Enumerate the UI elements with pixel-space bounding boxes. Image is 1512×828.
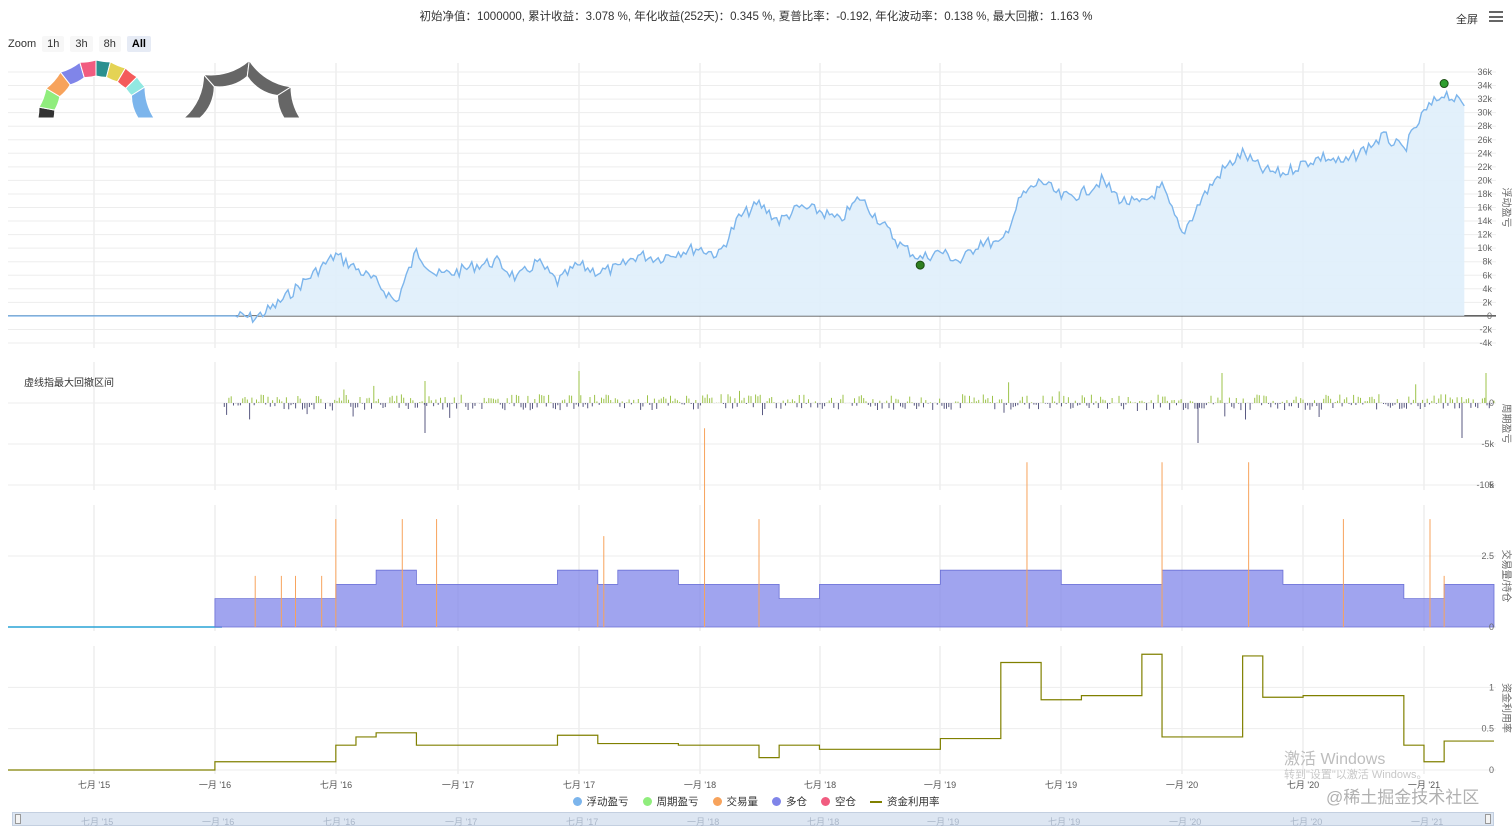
y-tick-label: 24k	[1477, 148, 1492, 158]
legend-item-short[interactable]: 空仓	[821, 794, 856, 809]
y-axis-title: 资金利用率	[1500, 683, 1512, 733]
legend-label: 空仓	[835, 796, 856, 808]
y-tick-label: 14k	[1477, 216, 1492, 226]
navigator-tick-label: 七月 '19	[1048, 817, 1081, 827]
y-tick-label: 28k	[1477, 121, 1492, 131]
navigator-tick-label: 一月 '19	[927, 817, 960, 827]
y-tick-label: 2k	[1482, 297, 1492, 307]
x-tick-label: 一月 '19	[924, 780, 956, 790]
drawdown-annotation: 虚线指最大回撤区间	[24, 376, 114, 389]
x-tick-label: 七月 '18	[804, 780, 836, 790]
y-tick-label: 16k	[1477, 203, 1492, 213]
windows-activation-hint: 转到"设置"以激活 Windows。	[1284, 769, 1428, 781]
legend-label: 交易量	[726, 796, 759, 808]
legend-label: 资金利用率	[887, 796, 940, 808]
y-tick-label: 0.5	[1481, 724, 1494, 734]
x-tick-label: 七月 '19	[1045, 780, 1077, 790]
extreme-point-marker-min	[915, 260, 925, 270]
navigator-tick-label: 一月 '18	[687, 817, 720, 827]
y-tick-label: -4k	[1479, 338, 1492, 348]
navigator-tick-label: 七月 '20	[1290, 817, 1323, 827]
range-navigator[interactable]: 七月 '15 一月 '16 七月 '16 一月 '17 七月 '17 一月 '18 七月 '…	[12, 812, 1494, 827]
y-axis-title: 浮动盈亏	[1500, 188, 1512, 228]
y-tick-label: 36k	[1477, 67, 1492, 77]
y-tick-label: 20k	[1477, 175, 1492, 185]
legend-marker	[712, 797, 722, 806]
panel-background	[8, 362, 1496, 490]
legend-marker	[572, 797, 582, 806]
y-tick-label: 2.5	[1481, 551, 1494, 561]
legend-item-capital-usage[interactable]: 资金利用率	[870, 794, 940, 809]
y-tick-label: 5	[1489, 480, 1494, 490]
y-tick-label: 8k	[1482, 257, 1492, 267]
y-tick-label: 6k	[1482, 270, 1492, 280]
legend-label: 周期盈亏	[656, 796, 699, 808]
legend-label: 浮动盈亏	[586, 796, 629, 808]
panel-background	[8, 646, 1496, 774]
navigator-tick-label: 一月 '16	[202, 817, 235, 827]
x-tick-label: 七月 '16	[320, 780, 352, 790]
legend-item-period-pnl[interactable]: 周期盈亏	[642, 794, 699, 809]
y-tick-label: 32k	[1477, 94, 1492, 104]
backtest-chart: 虚线指最大回撤区间 -4k -2k 0 2k 4k 6k 8k 10k 12k 14k 16k 18k…	[8, 59, 1512, 790]
navigator-tick-label: 七月 '17	[566, 817, 599, 827]
x-tick-label: 一月 '18	[684, 780, 716, 790]
y-axis-title: 交易量/持仓	[1500, 550, 1512, 603]
x-tick-label: 一月 '16	[199, 780, 231, 790]
extreme-point-marker-max	[1439, 79, 1449, 89]
y-tick-label: 18k	[1477, 189, 1492, 199]
x-tick-label: 一月 '17	[442, 780, 474, 790]
navigator-right-handle[interactable]	[1485, 814, 1491, 824]
navigator-tick-label: 一月 '17	[445, 817, 478, 827]
y-tick-label: 0	[1489, 398, 1494, 408]
legend-item-volume[interactable]: 交易量	[712, 794, 759, 809]
y-tick-label: 10k	[1477, 243, 1492, 253]
navigator-tick-label: 一月 '20	[1169, 817, 1202, 827]
y-tick-label: 0	[1489, 765, 1494, 775]
y-tick-label: 0	[1487, 311, 1492, 321]
y-tick-label: 4k	[1482, 284, 1492, 294]
legend-marker	[772, 797, 781, 806]
y-tick-label: 30k	[1477, 108, 1492, 118]
y-tick-label: 34k	[1477, 81, 1492, 91]
navigator-tick-label: 一月 '21	[1411, 817, 1444, 827]
legend-marker	[870, 800, 882, 803]
y-tick-label: -5k	[1481, 439, 1494, 449]
legend-marker	[821, 797, 830, 806]
y-tick-label: 22k	[1477, 162, 1492, 172]
x-tick-label: 七月 '15	[78, 780, 110, 790]
legend-item-float-pnl[interactable]: 浮动盈亏	[572, 794, 629, 809]
x-tick-label: 一月 '20	[1166, 780, 1198, 790]
y-tick-label: 0	[1489, 622, 1494, 632]
chart-legend: 浮动盈亏 周期盈亏 交易量 多仓 空仓 资金利用率	[0, 794, 1512, 809]
legend-item-long[interactable]: 多仓	[772, 794, 807, 809]
y-axis-title: 周期盈亏	[1500, 404, 1512, 444]
navigator-tick-label: 七月 '16	[323, 817, 356, 827]
navigator-tick-label: 七月 '18	[807, 817, 840, 827]
y-tick-label: -2k	[1479, 324, 1492, 334]
x-tick-label: 七月 '17	[563, 780, 595, 790]
legend-label: 多仓	[786, 796, 807, 808]
y-tick-label: 12k	[1477, 230, 1492, 240]
navigator-left-handle[interactable]	[15, 814, 21, 824]
navigator-tick-label: 七月 '15	[81, 817, 114, 827]
y-tick-label: 26k	[1477, 135, 1492, 145]
y-tick-label: 1	[1489, 682, 1494, 692]
legend-marker	[642, 797, 652, 806]
